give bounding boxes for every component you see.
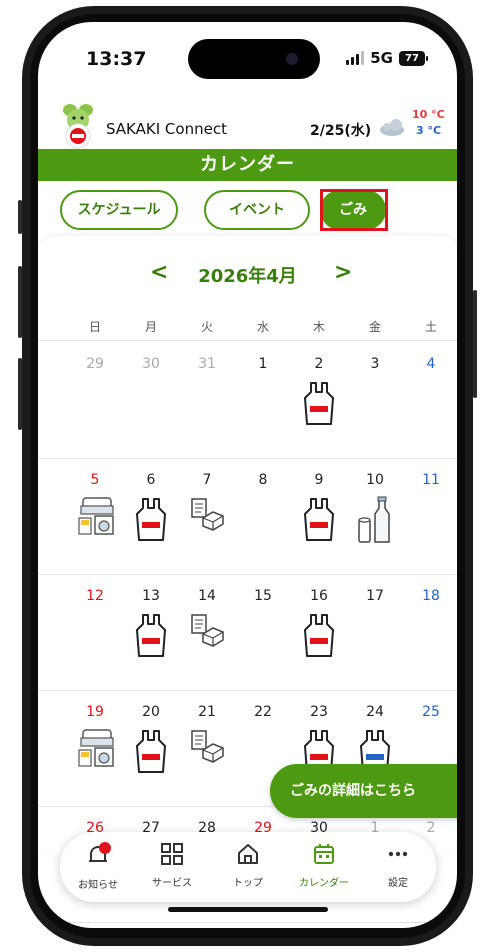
weekday-label: 木 bbox=[312, 320, 325, 334]
nav-settings[interactable]: 設定 bbox=[366, 842, 430, 889]
calendar-day[interactable]: 31 bbox=[179, 356, 235, 372]
tab-schedule[interactable]: スケジュール bbox=[60, 190, 178, 230]
app-logo-icon bbox=[63, 104, 93, 149]
volume-up-button bbox=[18, 266, 22, 338]
red-bag-icon bbox=[136, 498, 166, 541]
app-bar: SAKAKI Connect 2/25(水) 10 °C 3 °C bbox=[38, 102, 457, 154]
nav-calendar[interactable]: カレンダー bbox=[292, 842, 356, 889]
highlight-box bbox=[320, 189, 388, 231]
red-bag-icon bbox=[304, 614, 334, 657]
calendar-day[interactable]: 29 bbox=[67, 356, 123, 372]
calendar-day[interactable]: 11 bbox=[403, 472, 457, 488]
today-date: 2/25(水) bbox=[310, 123, 372, 139]
calendar-day[interactable]: 19 bbox=[67, 704, 123, 720]
calendar-day[interactable]: 23 bbox=[291, 704, 347, 720]
weekday-label: 日 bbox=[88, 320, 101, 334]
month-label: 2026年4月 bbox=[198, 266, 297, 287]
temperature-high: 10 °C bbox=[412, 108, 445, 121]
weekday-header: 日月火水木金土 bbox=[38, 308, 457, 341]
calendar-day[interactable]: 10 bbox=[347, 472, 403, 488]
nav-services[interactable]: サービス bbox=[140, 842, 204, 889]
temperature-low: 3 °C bbox=[416, 124, 442, 137]
calendar-day[interactable]: 25 bbox=[403, 704, 457, 720]
calendar-week: 29 30 31 1 2 3 4 bbox=[38, 342, 457, 459]
calendar-day[interactable]: 24 bbox=[347, 704, 403, 720]
calendar-day[interactable]: 4 bbox=[403, 356, 457, 372]
prev-month-button[interactable]: < bbox=[150, 260, 168, 285]
calendar-day[interactable]: 14 bbox=[179, 588, 235, 604]
nav-label: サービス bbox=[152, 878, 192, 889]
nav-top[interactable]: トップ bbox=[216, 842, 280, 889]
calendar-day[interactable]: 9 bbox=[291, 472, 347, 488]
status-bar: 13:37 5G 77 bbox=[38, 22, 457, 92]
plastic-container-icon bbox=[191, 730, 224, 763]
calendar-day[interactable]: 1 bbox=[235, 356, 291, 372]
network-type: 5G bbox=[370, 49, 393, 67]
grid-icon bbox=[161, 843, 183, 865]
page-title: カレンダー bbox=[38, 149, 457, 181]
calendar-day[interactable]: 5 bbox=[67, 472, 123, 488]
calendar-day[interactable]: 22 bbox=[235, 704, 291, 720]
red-bag-icon bbox=[304, 382, 334, 425]
screen: 13:37 5G 77 SAKAKI Connect 2/25(水) 10 °C… bbox=[38, 22, 457, 928]
volume-down-button bbox=[18, 358, 22, 430]
calendar-day[interactable]: 18 bbox=[403, 588, 457, 604]
bulky-waste-icon bbox=[78, 497, 114, 535]
next-month-button[interactable]: > bbox=[334, 260, 352, 285]
bottom-nav: お知らせ サービス トップ カレンダー 設定 bbox=[60, 832, 436, 902]
red-bag-icon bbox=[304, 498, 334, 541]
calendar-day[interactable]: 30 bbox=[123, 356, 179, 372]
calendar-tabs: スケジュール イベント ごみ bbox=[38, 190, 457, 230]
signal-icon bbox=[346, 51, 365, 65]
bulky-waste-icon bbox=[78, 729, 114, 767]
nav-label: 設定 bbox=[388, 878, 408, 889]
calendar-day[interactable]: 17 bbox=[347, 588, 403, 604]
home-icon bbox=[238, 844, 258, 864]
calendar-day[interactable]: 7 bbox=[179, 472, 235, 488]
weekday-label: 土 bbox=[424, 320, 437, 334]
nav-notices[interactable]: お知らせ bbox=[66, 842, 130, 891]
dynamic-island bbox=[188, 39, 320, 79]
calendar-week: 5 6 7 8 9 10 11 bbox=[38, 458, 457, 575]
calendar-day[interactable]: 12 bbox=[67, 588, 123, 604]
nav-label: トップ bbox=[233, 878, 263, 889]
calendar-day[interactable]: 21 bbox=[179, 704, 235, 720]
weekday-label: 金 bbox=[368, 320, 381, 334]
power-button bbox=[473, 290, 477, 398]
weekday-label: 水 bbox=[256, 320, 269, 334]
can-bottle-icon bbox=[358, 496, 390, 543]
plastic-container-icon bbox=[191, 498, 224, 531]
calendar-day[interactable]: 20 bbox=[123, 704, 179, 720]
red-bag-icon bbox=[136, 730, 166, 773]
plastic-container-icon bbox=[191, 614, 224, 647]
calendar-day[interactable]: 8 bbox=[235, 472, 291, 488]
bell-icon bbox=[89, 842, 111, 862]
battery-icon: 77 bbox=[399, 50, 428, 66]
nav-label: お知らせ bbox=[78, 880, 118, 891]
status-time: 13:37 bbox=[86, 48, 147, 70]
calendar-week: 12 13 14 15 16 17 18 bbox=[38, 574, 457, 691]
weekday-label: 月 bbox=[144, 320, 157, 334]
nav-label: カレンダー bbox=[299, 878, 349, 889]
calendar-day[interactable]: 15 bbox=[235, 588, 291, 604]
calendar-day[interactable]: 3 bbox=[347, 356, 403, 372]
calendar-day[interactable]: 13 bbox=[123, 588, 179, 604]
red-bag-icon bbox=[136, 614, 166, 657]
weekday-label: 火 bbox=[200, 320, 213, 334]
calendar-day[interactable]: 16 bbox=[291, 588, 347, 604]
tab-event[interactable]: イベント bbox=[204, 190, 310, 230]
calendar-day[interactable]: 6 bbox=[123, 472, 179, 488]
app-title: SAKAKI Connect bbox=[106, 120, 227, 138]
home-indicator bbox=[168, 907, 328, 912]
action-button bbox=[18, 200, 22, 234]
more-icon bbox=[388, 851, 408, 857]
calendar-icon bbox=[314, 844, 334, 864]
cloudy-weather-icon bbox=[380, 119, 404, 136]
calendar: < 2026年4月 > 日月火水木金土 29 30 31 1 2 3 4 5 6 7 8 9 10 11 1… bbox=[38, 236, 457, 923]
garbage-details-button[interactable]: ごみの詳細はこちら bbox=[270, 764, 457, 818]
calendar-day[interactable]: 2 bbox=[291, 356, 347, 372]
